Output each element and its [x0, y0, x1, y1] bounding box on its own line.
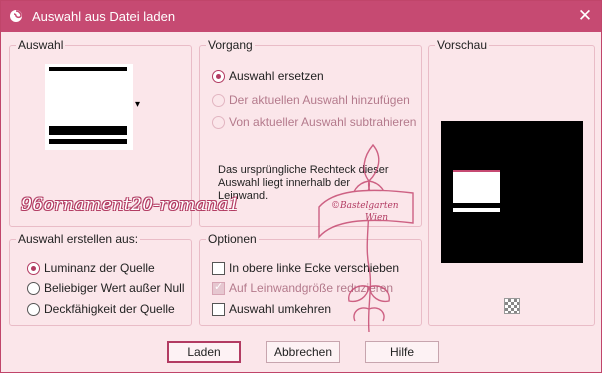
radio-dot	[27, 282, 40, 295]
erstellen-group: Auswahl erstellen aus: Luminanz der Quel…	[9, 232, 192, 326]
window-title: Auswahl aus Datei laden	[32, 9, 176, 24]
thumb-bottom-bar	[49, 126, 127, 135]
vorschau-group: Vorschau	[428, 38, 595, 326]
radio-dot	[212, 70, 225, 83]
radio-dot	[27, 303, 40, 316]
cancel-button[interactable]: Abbrechen	[266, 341, 340, 363]
psp-swirl-icon	[10, 10, 22, 22]
erstellen-group-title: Auswahl erstellen aus:	[16, 232, 141, 246]
radio-label: Beliebiger Wert außer Null	[44, 281, 185, 295]
selection-thumbnail[interactable]	[45, 64, 133, 150]
preview-selection-box	[453, 170, 500, 203]
thumb-top-bar	[49, 67, 127, 71]
vorschau-group-title: Vorschau	[435, 38, 490, 52]
auswahl-group-title: Auswahl	[16, 38, 66, 52]
watermark-text: 96ornament20-romana1	[21, 195, 240, 215]
ornament-stamp-image	[318, 143, 414, 333]
dialog-window: Auswahl aus Datei laden ✕ Auswahl ▾ Vorg…	[0, 0, 602, 373]
radio-dot	[212, 94, 225, 107]
pan-checker-icon[interactable]	[504, 298, 520, 314]
checkbox-box	[212, 303, 225, 316]
preview-selection-line	[453, 208, 500, 212]
stamp-text-line1: ©Bastelgarten	[331, 201, 399, 211]
checkbox-box	[212, 280, 225, 295]
vorgang-group-title: Vorgang	[206, 38, 255, 52]
thumb-bottom-line	[49, 139, 127, 144]
radio-label: Der aktuellen Auswahl hinzufügen	[229, 93, 410, 107]
radio-label: Auswahl ersetzen	[229, 69, 324, 83]
checkbox-box	[212, 262, 225, 275]
radio-dot	[27, 262, 40, 275]
title-bar: Auswahl aus Datei laden ✕	[1, 1, 601, 32]
radio-label: Von aktueller Auswahl subtrahieren	[229, 115, 417, 129]
optionen-group-title: Optionen	[206, 232, 259, 246]
load-button[interactable]: Laden	[167, 341, 241, 363]
stamp-text-line2: Wien	[365, 213, 389, 223]
preview-canvas	[441, 121, 583, 263]
close-icon[interactable]: ✕	[572, 4, 598, 28]
chevron-down-icon[interactable]: ▾	[135, 99, 140, 110]
radio-label: Deckfähigkeit der Quelle	[44, 302, 175, 316]
help-button[interactable]: Hilfe	[365, 341, 439, 363]
radio-label: Luminanz der Quelle	[44, 261, 155, 275]
radio-dot	[212, 116, 225, 129]
